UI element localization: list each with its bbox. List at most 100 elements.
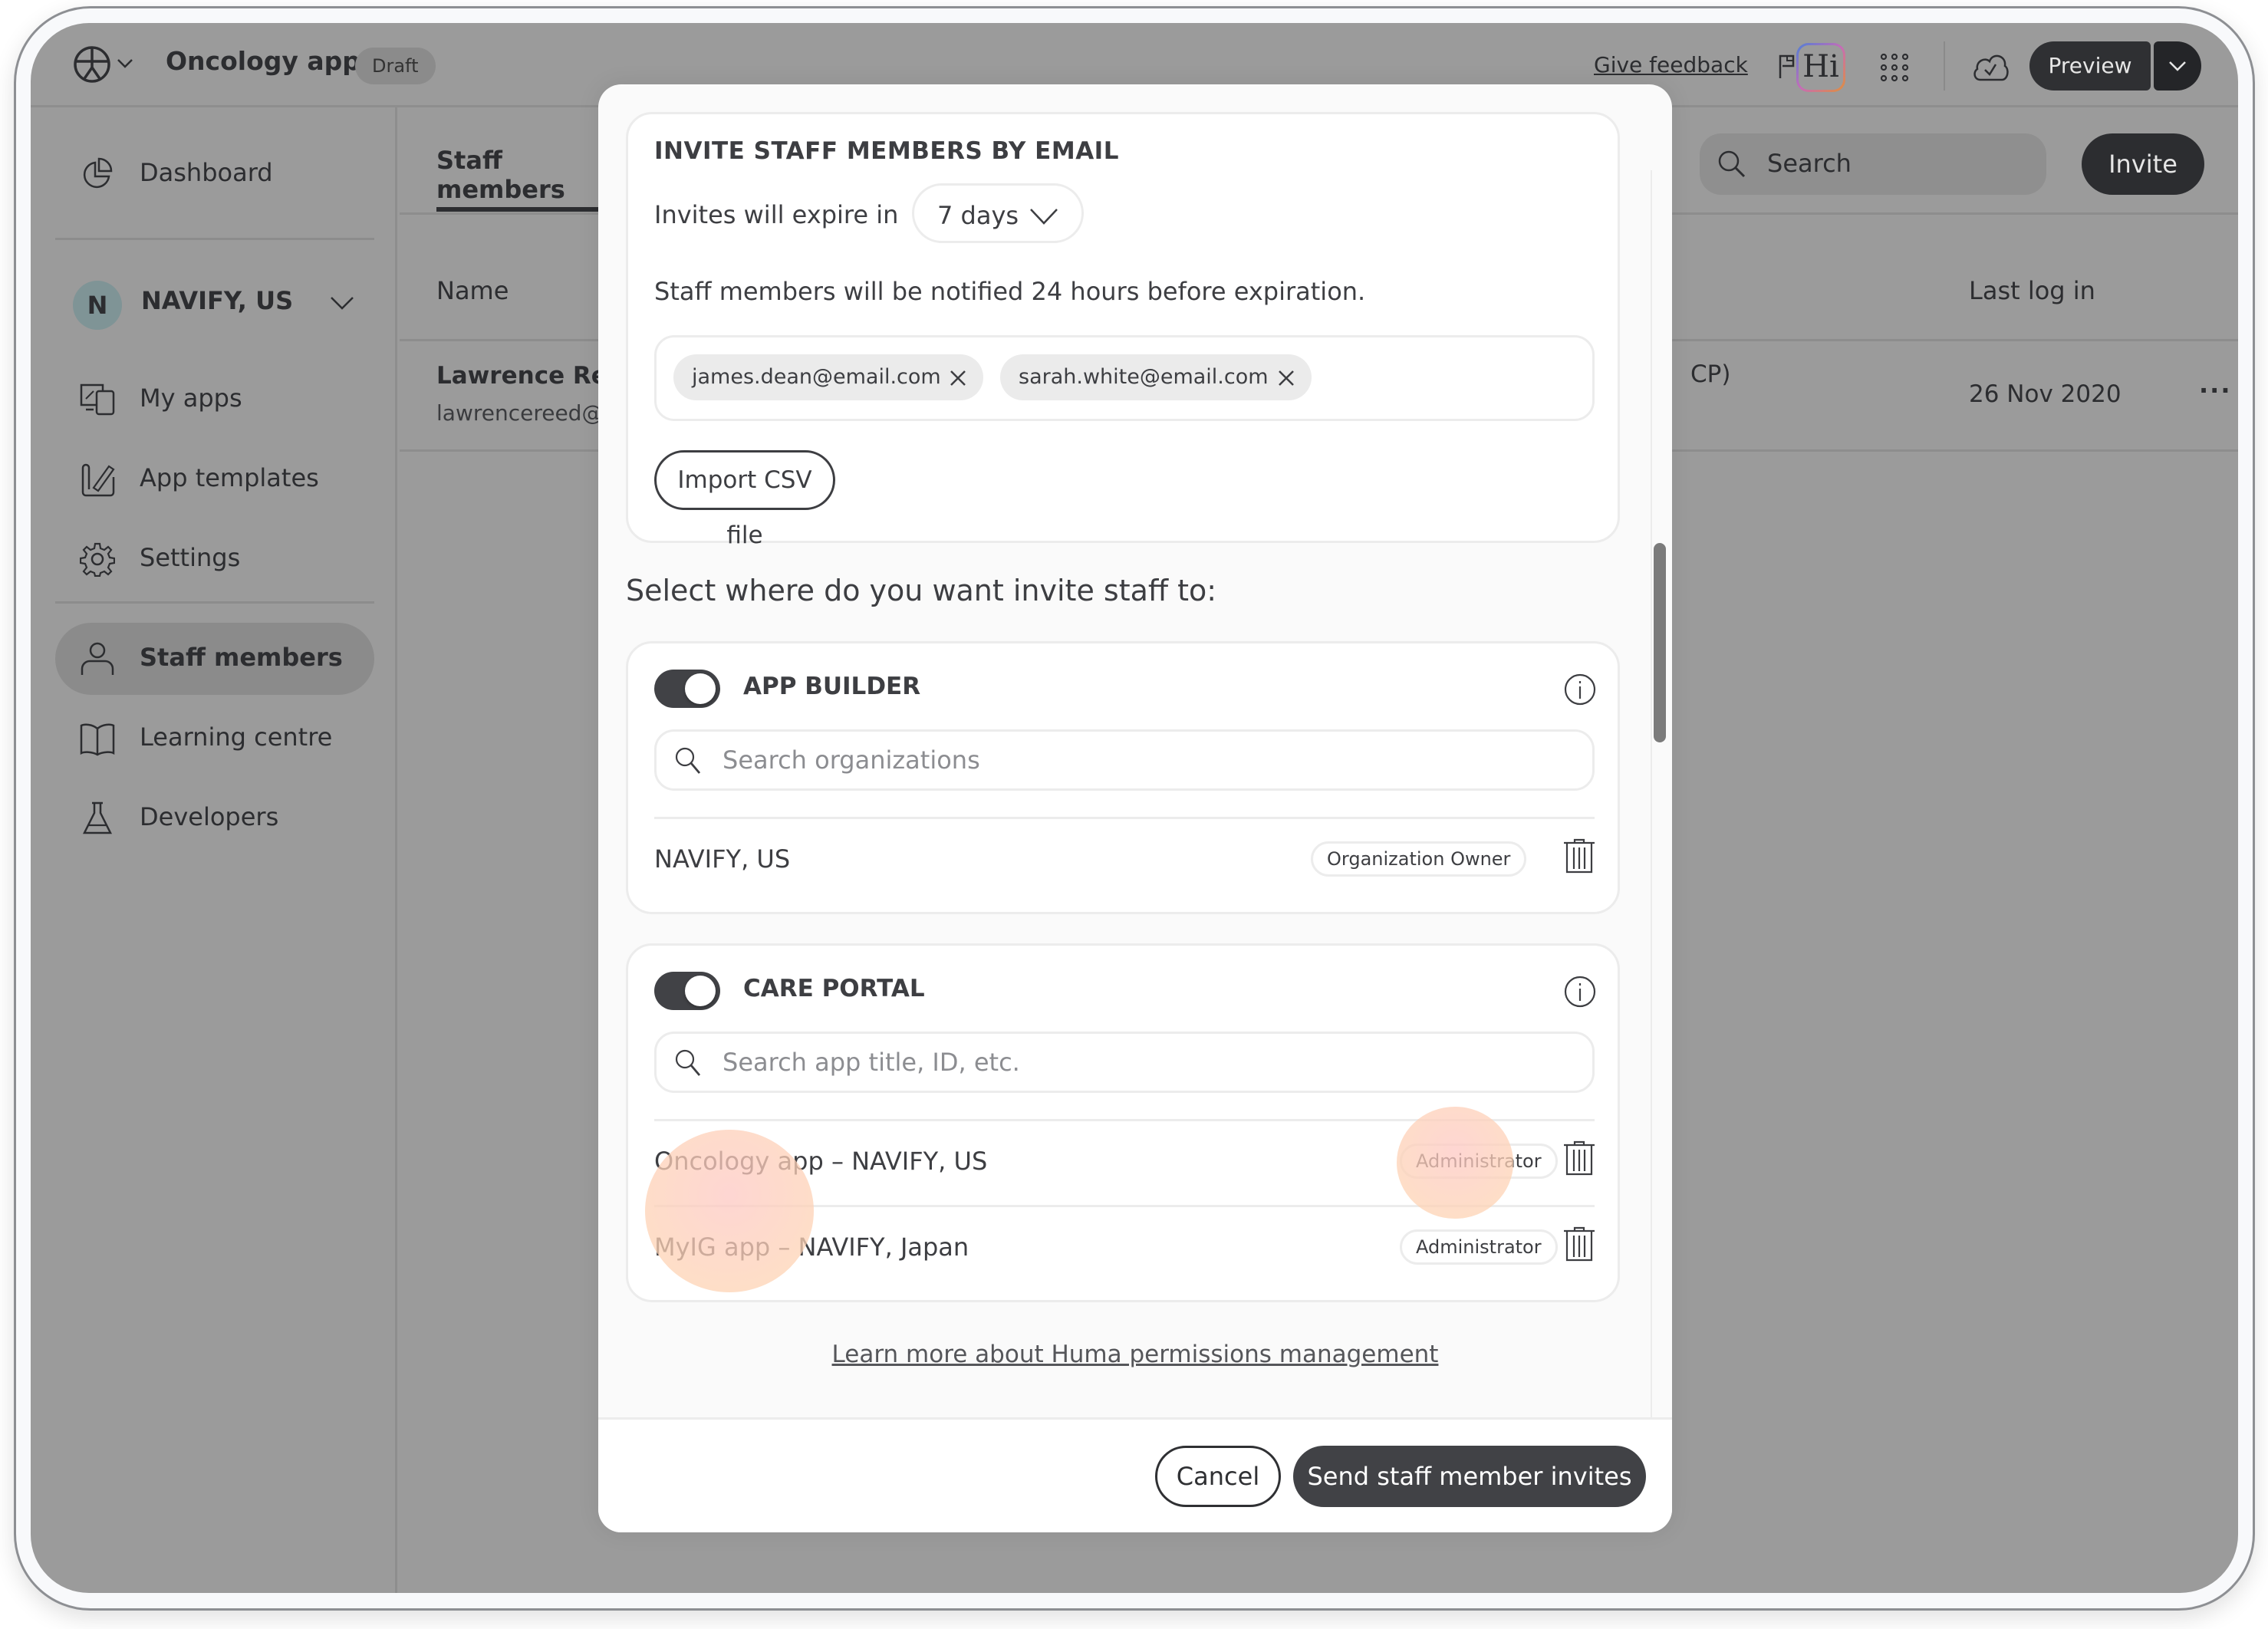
column-header-last-login[interactable]: Last log in — [1969, 276, 2095, 305]
apps-grid-icon[interactable] — [1879, 52, 1910, 83]
chevron-down-icon — [2169, 61, 2186, 71]
care-portal-toggle[interactable] — [654, 972, 720, 1010]
app-screen: Oncology app Draft Give feedback Hi Prev… — [31, 23, 2238, 1593]
gear-icon — [80, 542, 115, 577]
cancel-button[interactable]: Cancel — [1155, 1446, 1281, 1507]
search-icon — [1718, 150, 1746, 178]
sidebar-item-dashboard[interactable]: Dashboard — [55, 138, 374, 210]
email-input[interactable]: james.dean@email.com sarah.white@email.c… — [654, 335, 1595, 421]
trash-icon[interactable] — [1562, 838, 1596, 874]
section-title: INVITE STAFF MEMBERS BY EMAIL — [654, 137, 1119, 165]
divider — [1944, 41, 1945, 90]
sidebar-item-label: Staff members — [140, 643, 343, 672]
invite-staff-modal: INVITE STAFF MEMBERS BY EMAIL Invites wi… — [598, 84, 1672, 1532]
email-chip: james.dean@email.com — [673, 354, 983, 400]
org-entry-name: NAVIFY, US — [654, 844, 791, 874]
divider — [654, 1205, 1595, 1207]
sidebar: Dashboard N NAVIFY, US My apps App templ… — [31, 107, 397, 1593]
huma-logo-icon[interactable] — [72, 44, 112, 84]
preview-button[interactable]: Preview — [2029, 41, 2151, 90]
status-badge: Draft — [355, 48, 436, 84]
app-entry-name: MyIG app – NAVIFY, Japan — [654, 1232, 969, 1262]
person-icon — [81, 642, 114, 675]
search-organizations-input[interactable]: Search organizations — [654, 729, 1595, 791]
staff-role: CP) — [1690, 360, 1731, 388]
main-left-visible: Staff members Name Lawrence Reed lawrenc… — [400, 107, 629, 1593]
divider — [654, 1119, 1595, 1121]
sidebar-item-label: App templates — [140, 463, 319, 492]
app-builder-card: APP BUILDER Search organizations NAVIFY,… — [626, 641, 1620, 914]
toggle-knob — [685, 673, 716, 704]
section-title: APP BUILDER — [743, 673, 921, 700]
app-builder-toggle[interactable] — [654, 670, 720, 708]
org-avatar: N — [73, 281, 122, 330]
trash-icon[interactable] — [1562, 1226, 1596, 1262]
info-icon[interactable] — [1563, 975, 1597, 1009]
flask-icon — [82, 801, 113, 834]
scrollbar-thumb[interactable] — [1654, 543, 1666, 742]
more-options-button[interactable]: ··· — [2199, 376, 2231, 405]
sidebar-item-label: Dashboard — [140, 158, 273, 187]
flag-icon[interactable] — [1778, 54, 1798, 80]
sidebar-item-settings[interactable]: Settings — [55, 523, 374, 595]
preview-dropdown-button[interactable] — [2154, 41, 2201, 90]
expiry-value: 7 days — [937, 201, 1019, 230]
cloud-saved-icon — [1973, 54, 2009, 81]
modal-footer: Cancel Send staff member invites — [598, 1417, 1672, 1532]
close-icon[interactable] — [1278, 370, 1295, 387]
role-badge[interactable]: Organization Owner — [1311, 841, 1527, 877]
search-icon — [675, 747, 701, 774]
app-title: Oncology app — [166, 46, 360, 76]
pie-chart-icon — [83, 157, 113, 189]
invite-button[interactable]: Invite — [2082, 133, 2204, 195]
section-title: CARE PORTAL — [743, 975, 925, 1002]
book-icon — [80, 723, 115, 756]
scrollbar-track — [1651, 170, 1652, 1417]
give-feedback-link[interactable]: Give feedback — [1594, 52, 1748, 77]
sidebar-item-my-apps[interactable]: My apps — [55, 364, 374, 436]
sidebar-item-label: Developers — [140, 802, 279, 831]
devices-icon — [80, 383, 115, 416]
send-invites-button[interactable]: Send staff member invites — [1293, 1446, 1646, 1507]
expire-label: Invites will expire in — [654, 200, 899, 229]
care-portal-card: CARE PORTAL Search app title, ID, etc. O… — [626, 943, 1620, 1302]
search-apps-input[interactable]: Search app title, ID, etc. — [654, 1032, 1595, 1093]
close-icon[interactable] — [950, 370, 966, 387]
sidebar-item-learning-centre[interactable]: Learning centre — [55, 703, 374, 775]
sidebar-item-staff-members[interactable]: Staff members — [55, 623, 374, 695]
staff-search-input[interactable]: Search — [1700, 133, 2046, 195]
select-destination-title: Select where do you want invite staff to… — [626, 574, 1217, 607]
staff-last-login: 26 Nov 2020 — [1969, 380, 2122, 408]
search-placeholder: Search app title, ID, etc. — [723, 1048, 1020, 1077]
learn-more-link[interactable]: Learn more about Huma permissions manage… — [598, 1341, 1672, 1368]
info-icon[interactable] — [1563, 673, 1597, 706]
email-chip: sarah.white@email.com — [1000, 354, 1312, 400]
expiry-select[interactable]: 7 days — [912, 183, 1084, 243]
app-entry-name: Oncology app – NAVIFY, US — [654, 1147, 988, 1176]
sidebar-item-label: My apps — [140, 383, 242, 413]
chevron-down-icon[interactable] — [117, 58, 133, 69]
sidebar-item-app-templates[interactable]: App templates — [55, 443, 374, 515]
email-chip-text: james.dean@email.com — [692, 365, 941, 389]
hi-assistant-button[interactable]: Hi — [1796, 43, 1845, 92]
import-csv-button[interactable]: Import CSV file — [654, 450, 835, 549]
role-badge[interactable]: Administrator — [1400, 1144, 1558, 1179]
email-chip-text: sarah.white@email.com — [1019, 365, 1269, 389]
divider — [654, 817, 1595, 819]
chevron-down-icon — [1030, 209, 1058, 225]
template-ruler-icon — [81, 463, 115, 497]
sidebar-item-developers[interactable]: Developers — [55, 782, 374, 854]
sidebar-item-label: Learning centre — [140, 722, 333, 752]
column-header-name[interactable]: Name — [436, 276, 509, 305]
sidebar-divider — [55, 601, 374, 604]
role-badge[interactable]: Administrator — [1400, 1229, 1558, 1265]
toggle-knob — [685, 976, 716, 1006]
search-placeholder: Search organizations — [723, 745, 980, 775]
chevron-down-icon[interactable] — [330, 295, 354, 311]
sidebar-item-label: Settings — [140, 543, 241, 572]
search-icon — [675, 1049, 701, 1076]
notification-note: Staff members will be notified 24 hours … — [654, 277, 1366, 306]
trash-icon[interactable] — [1562, 1140, 1596, 1176]
modal-body: INVITE STAFF MEMBERS BY EMAIL Invites wi… — [598, 84, 1672, 1417]
org-selector[interactable]: NAVIFY, US — [141, 286, 293, 315]
